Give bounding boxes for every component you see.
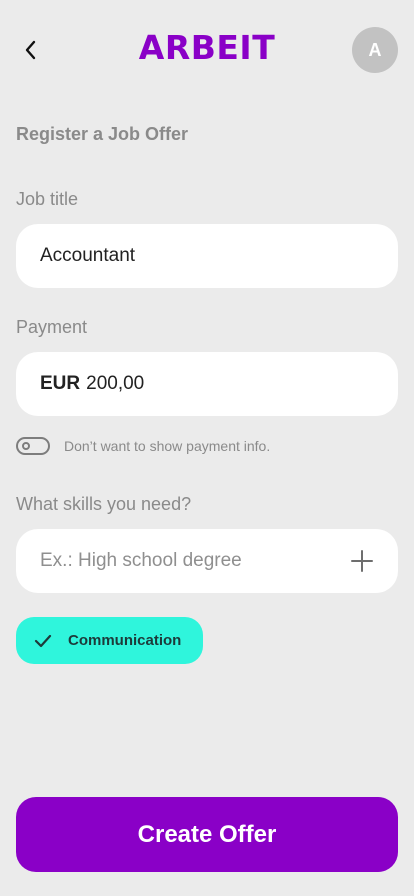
skills-placeholder: Ex.: High school degree: [40, 550, 242, 571]
hide-payment-row: Don’t want to show payment info.: [16, 437, 270, 455]
skills-label: What skills you need?: [16, 494, 192, 514]
job-title-label: Job title: [16, 189, 79, 209]
skill-chip-label: Communication: [68, 632, 182, 649]
toggle-knob: [22, 442, 30, 450]
hide-payment-toggle[interactable]: [16, 437, 50, 455]
avatar[interactable]: A: [352, 27, 398, 73]
create-offer-button[interactable]: Create Offer: [16, 797, 398, 872]
job-title-value: Accountant: [40, 245, 136, 266]
page-title: Register a Job Offer: [16, 124, 189, 144]
payment-currency: EUR: [40, 373, 81, 394]
job-title-input[interactable]: Accountant: [16, 224, 398, 288]
hide-payment-label: Don’t want to show payment info.: [64, 438, 271, 454]
check-icon: [34, 634, 52, 647]
skill-chip[interactable]: Communication: [16, 617, 203, 664]
plus-icon[interactable]: [350, 549, 374, 573]
payment-label: Payment: [16, 317, 88, 337]
skills-input[interactable]: Ex.: High school degree: [16, 529, 398, 593]
payment-amount: 200,00: [86, 373, 145, 394]
app-header: ARBEIT A: [0, 0, 414, 100]
payment-input[interactable]: EUR 200,00: [16, 352, 398, 416]
